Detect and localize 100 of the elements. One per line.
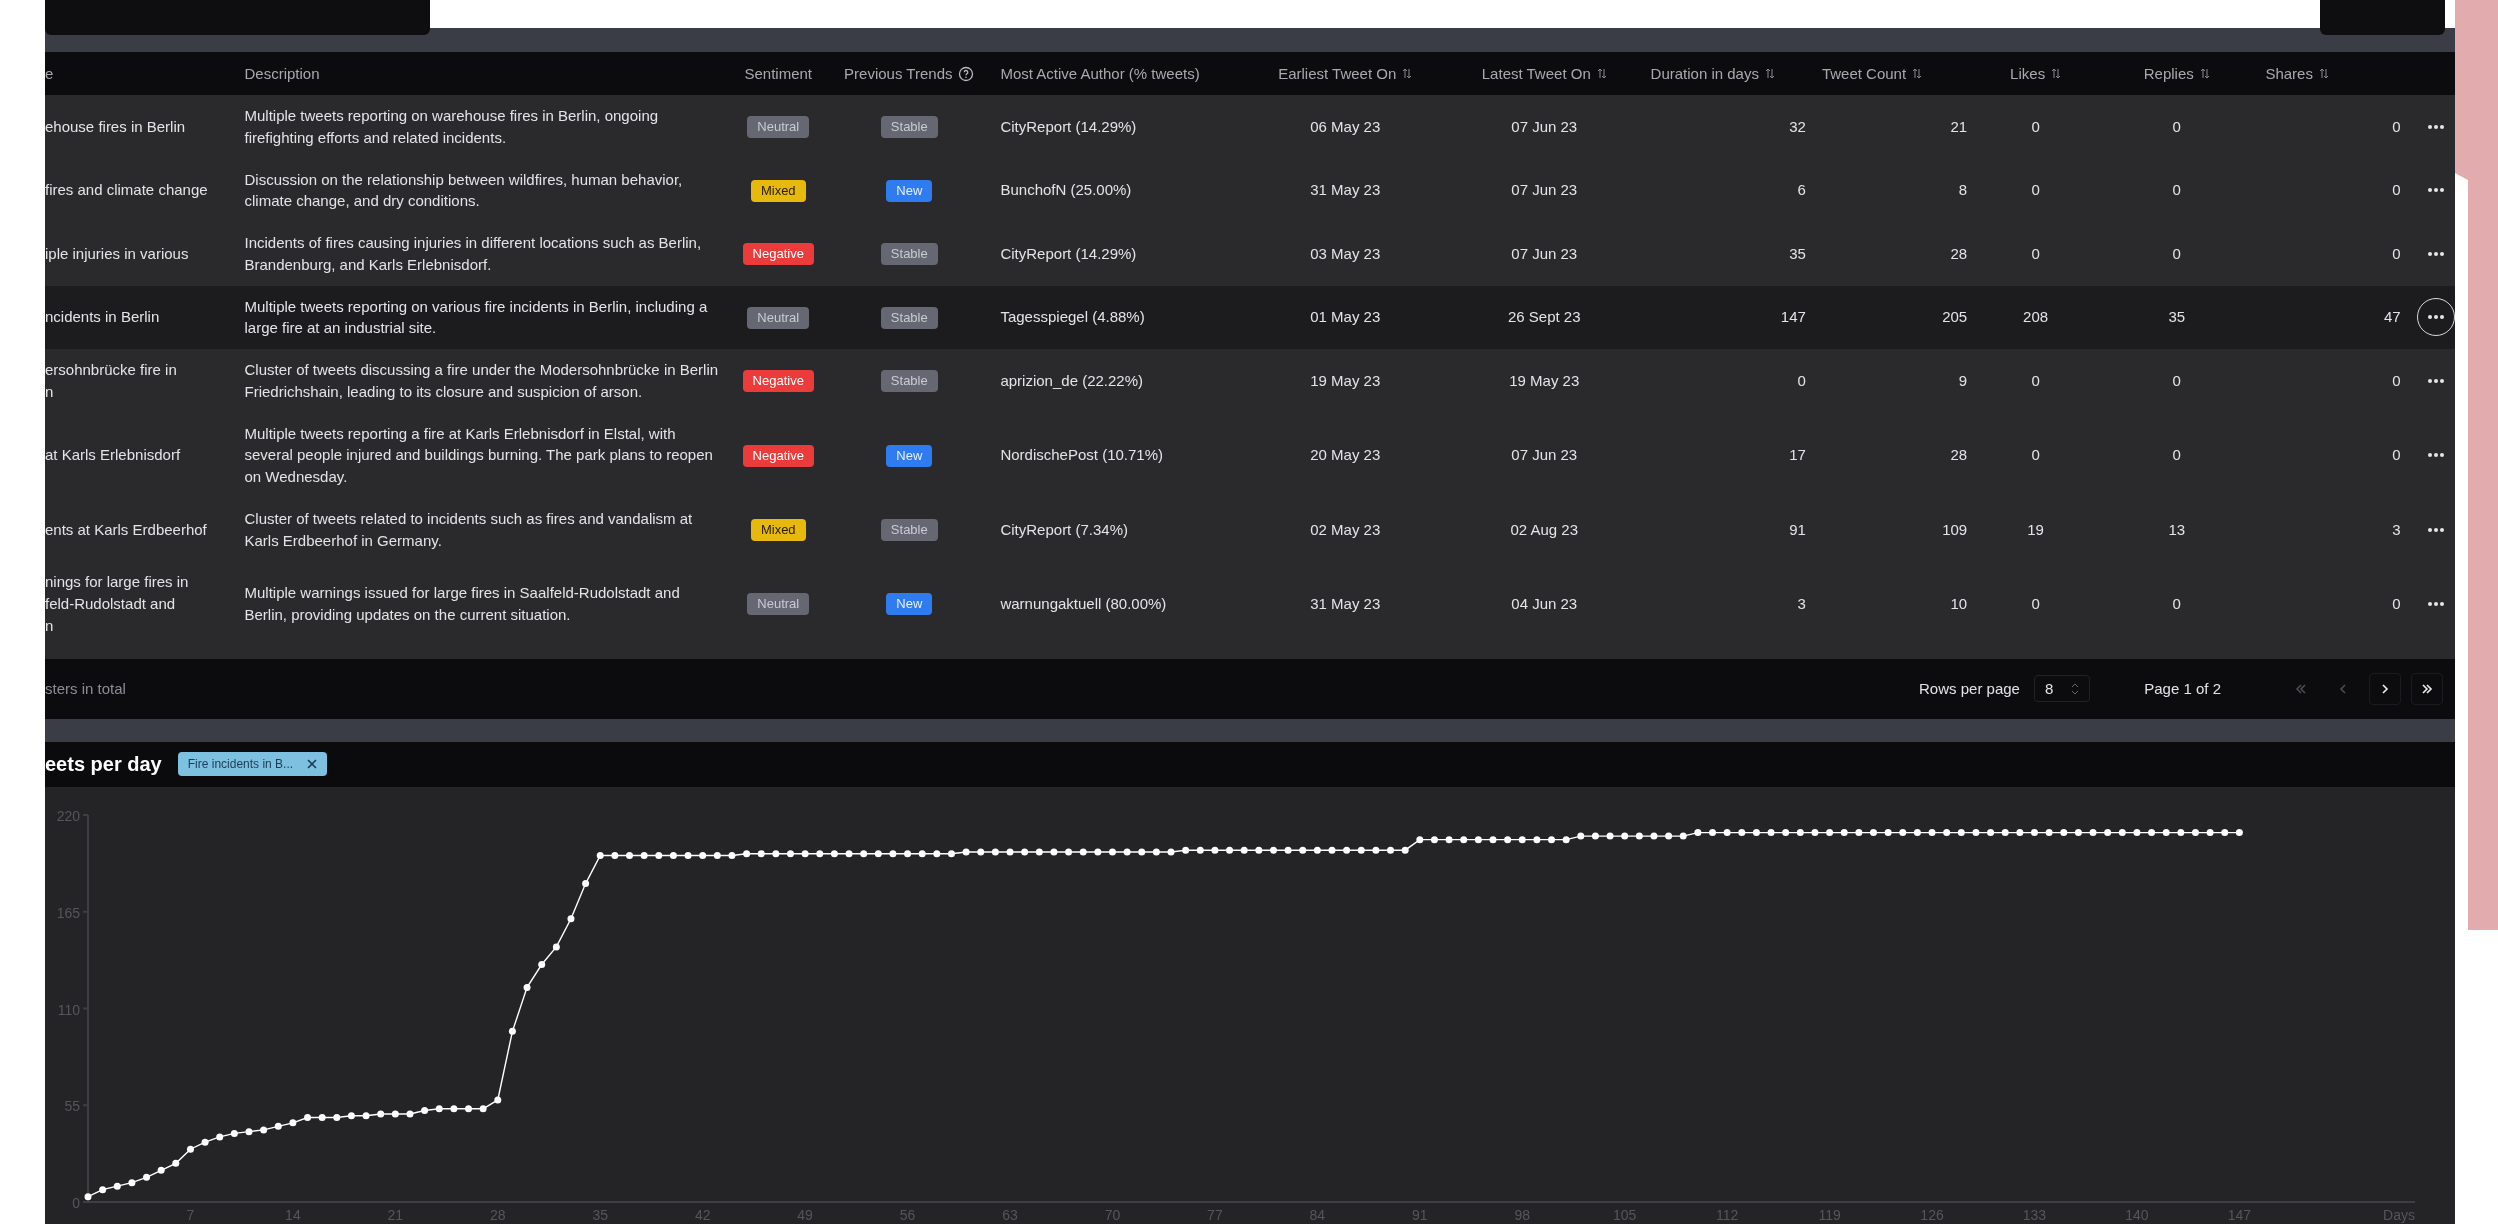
author-text: NordischePost (10.71%): [1000, 446, 1163, 464]
data-point: [1035, 847, 1043, 855]
data-point: [787, 849, 794, 857]
number-cell: 0: [2031, 595, 2040, 612]
sort-icon[interactable]: [2318, 68, 2329, 79]
description-text: Multiple tweets reporting a fire at Karls Erlebnisdorf in Elstal, with several people injured and buildings burning. The park plans to reopen on Wednesday.: [244, 424, 713, 485]
cluster-name: ehouse fires in Berlin: [45, 116, 187, 137]
more-icon: [2426, 314, 2445, 321]
data-point: [1255, 846, 1263, 854]
data-point: [1108, 847, 1116, 855]
sort-icon[interactable]: [1402, 68, 1413, 79]
data-point: [1211, 846, 1219, 854]
help-icon[interactable]: [958, 65, 975, 82]
sort-icon[interactable]: [1912, 68, 1923, 79]
description-text: Discussion on the relationship between wildfires, human behavior, climate change, and dry conditions.: [244, 170, 683, 210]
next-page-button[interactable]: [2369, 672, 2401, 705]
column-header[interactable]: Shares: [2257, 52, 2409, 95]
data-point: [2089, 828, 2097, 836]
data-point: [1533, 835, 1541, 843]
trend-badge: New: [886, 444, 933, 467]
data-point: [479, 1104, 487, 1112]
number-cell: 91: [1789, 520, 1806, 538]
data-point: [1884, 828, 1892, 836]
column-header[interactable]: Replies: [2096, 52, 2258, 95]
sort-icon[interactable]: [1596, 68, 1607, 79]
number-cell: 0: [2172, 181, 2181, 199]
data-point: [1328, 846, 1336, 854]
data-point: [728, 851, 736, 859]
rows-per-page-select[interactable]: 8: [2033, 675, 2091, 702]
sentiment-badge: Negative: [742, 370, 814, 393]
sort-icon[interactable]: [2051, 68, 2062, 79]
sentiment-badge: Neutral: [747, 306, 810, 329]
column-header[interactable]: Likes: [1975, 52, 2097, 95]
data-point: [1972, 828, 1980, 836]
number-cell: 35: [2168, 308, 2186, 326]
column-header[interactable]: Earliest Tweet On: [1244, 52, 1446, 95]
data-point: [1840, 828, 1848, 836]
data-point: [84, 1192, 92, 1200]
data-point: [318, 1113, 326, 1121]
data-point: [2148, 828, 2156, 836]
data-point: [2221, 828, 2229, 836]
sort-icon[interactable]: [1764, 68, 1775, 79]
sentiment-badge: Negative: [742, 444, 814, 467]
description-text: Cluster of tweets related to incidents such as fires and vandalism at Karls Erdbeerhof in Germany.: [244, 509, 693, 549]
data-point: [2045, 828, 2053, 836]
data-point: [1943, 828, 1951, 836]
filter-chip[interactable]: Fire incidents in B...: [177, 752, 328, 776]
column-header[interactable]: Duration in days: [1642, 52, 1814, 95]
data-point: [1577, 832, 1585, 840]
table-row[interactable]: [45, 285, 2455, 349]
data-point: [1606, 832, 1614, 840]
data-point: [713, 851, 721, 859]
data-point: [1650, 832, 1658, 840]
data-point: [304, 1113, 312, 1121]
number-cell: 0: [2392, 371, 2401, 389]
sort-icon[interactable]: [2199, 68, 2210, 79]
sentiment-badge: Mixed: [750, 179, 806, 202]
data-point: [1738, 828, 1746, 836]
data-point: [1240, 846, 1248, 854]
data-point: [1562, 835, 1570, 843]
column-header[interactable]: Tweet Count: [1813, 52, 1976, 95]
data-point: [948, 849, 955, 857]
data-point: [977, 847, 985, 855]
data-point: [347, 1111, 355, 1119]
number-cell: 208: [2023, 308, 2049, 326]
data-point: [99, 1185, 107, 1193]
cluster-name: ents at Karls Erdbeerhof: [45, 519, 208, 540]
number-cell: 0: [2392, 117, 2401, 135]
data-point: [1021, 847, 1029, 855]
data-point: [113, 1182, 121, 1190]
data-point: [1635, 832, 1643, 840]
data-point: [669, 851, 677, 859]
data-point: [333, 1113, 341, 1121]
data-point: [1679, 832, 1687, 840]
data-point: [128, 1178, 136, 1186]
more-icon: [2426, 187, 2445, 194]
data-point: [157, 1166, 165, 1174]
data-point: [289, 1118, 297, 1126]
data-point: [699, 851, 707, 859]
description-text: Multiple tweets reporting on various fire incidents in Berlin, including a large fire at an industrial site.: [244, 297, 708, 337]
input-field[interactable]: [45, 0, 430, 35]
author-text: aprizion_de (22.22%): [1000, 371, 1144, 389]
last-page-button[interactable]: [2411, 672, 2443, 705]
close-icon[interactable]: [307, 759, 318, 769]
column-header[interactable]: Latest Tweet On: [1446, 52, 1643, 95]
data-point: [1591, 832, 1599, 840]
data-point: [1665, 832, 1673, 840]
data-point: [435, 1104, 443, 1112]
number-cell: 0: [2172, 371, 2181, 389]
number-cell: 0: [2392, 446, 2401, 464]
number-cell: 0: [2392, 244, 2401, 262]
cluster-name: ersohnbrücke fire in n: [45, 360, 178, 402]
sentiment-badge: Neutral: [747, 116, 810, 139]
date-cell: 19 May 23: [1310, 371, 1381, 389]
number-cell: 3: [2392, 520, 2401, 538]
number-cell: 35: [1789, 244, 1806, 262]
description-text: Multiple warnings issued for large fires in Saalfeld-Rudolstadt and Berlin, providing updates on the current situation.: [244, 584, 680, 623]
data-point: [801, 849, 809, 857]
data-point: [2235, 828, 2243, 836]
data-point: [816, 849, 824, 857]
